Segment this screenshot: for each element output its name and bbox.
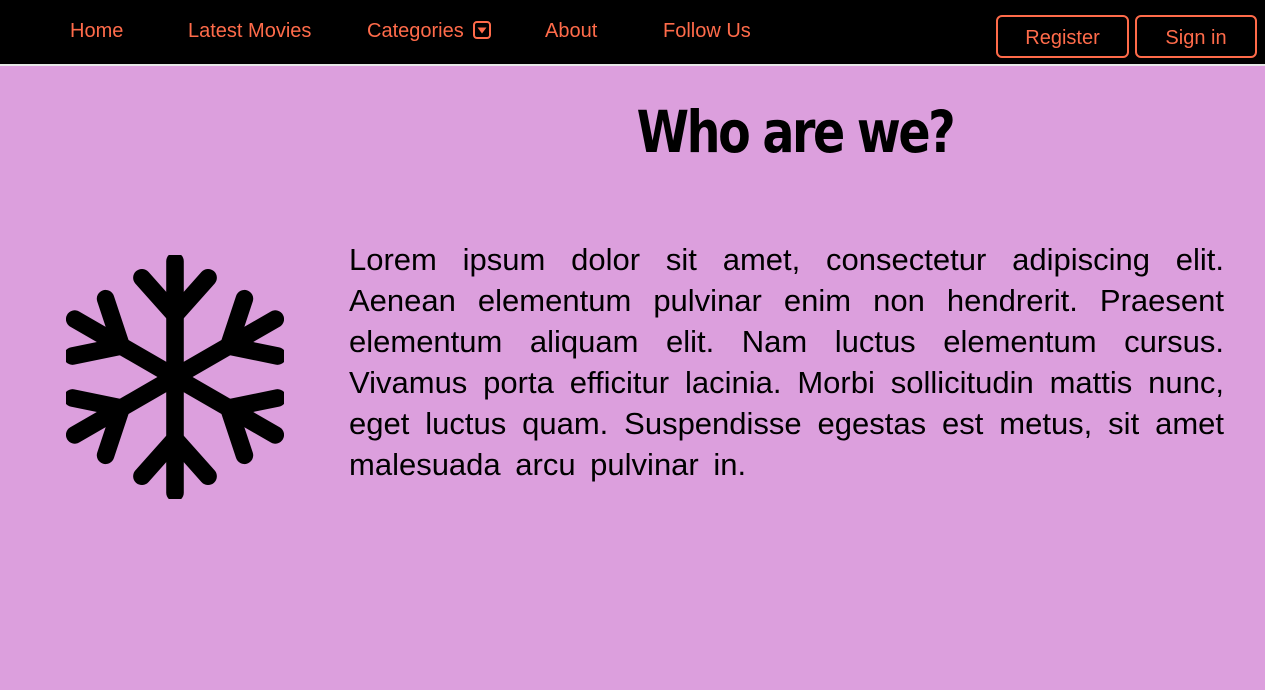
page-title: Who are we? [636, 98, 956, 166]
nav-link-about[interactable]: About [545, 20, 597, 43]
about-paragraph: Lorem ipsum dolor sit amet, consectetur … [349, 242, 1224, 482]
sign-in-button[interactable]: Sign in [1135, 15, 1257, 58]
nav-link-categories[interactable]: Categories [367, 20, 492, 43]
nav-link-follow-us[interactable]: Follow Us [663, 20, 751, 43]
snowflake-icon [66, 255, 284, 499]
nav-link-latest-movies[interactable]: Latest Movies [188, 20, 311, 43]
nav-link-home[interactable]: Home [70, 20, 123, 43]
nav-link-categories-label: Categories [367, 20, 464, 42]
top-navbar: Home Latest Movies Categories About Foll… [0, 0, 1265, 66]
register-button[interactable]: Register [996, 15, 1129, 58]
caret-down-square-icon[interactable] [473, 21, 492, 39]
